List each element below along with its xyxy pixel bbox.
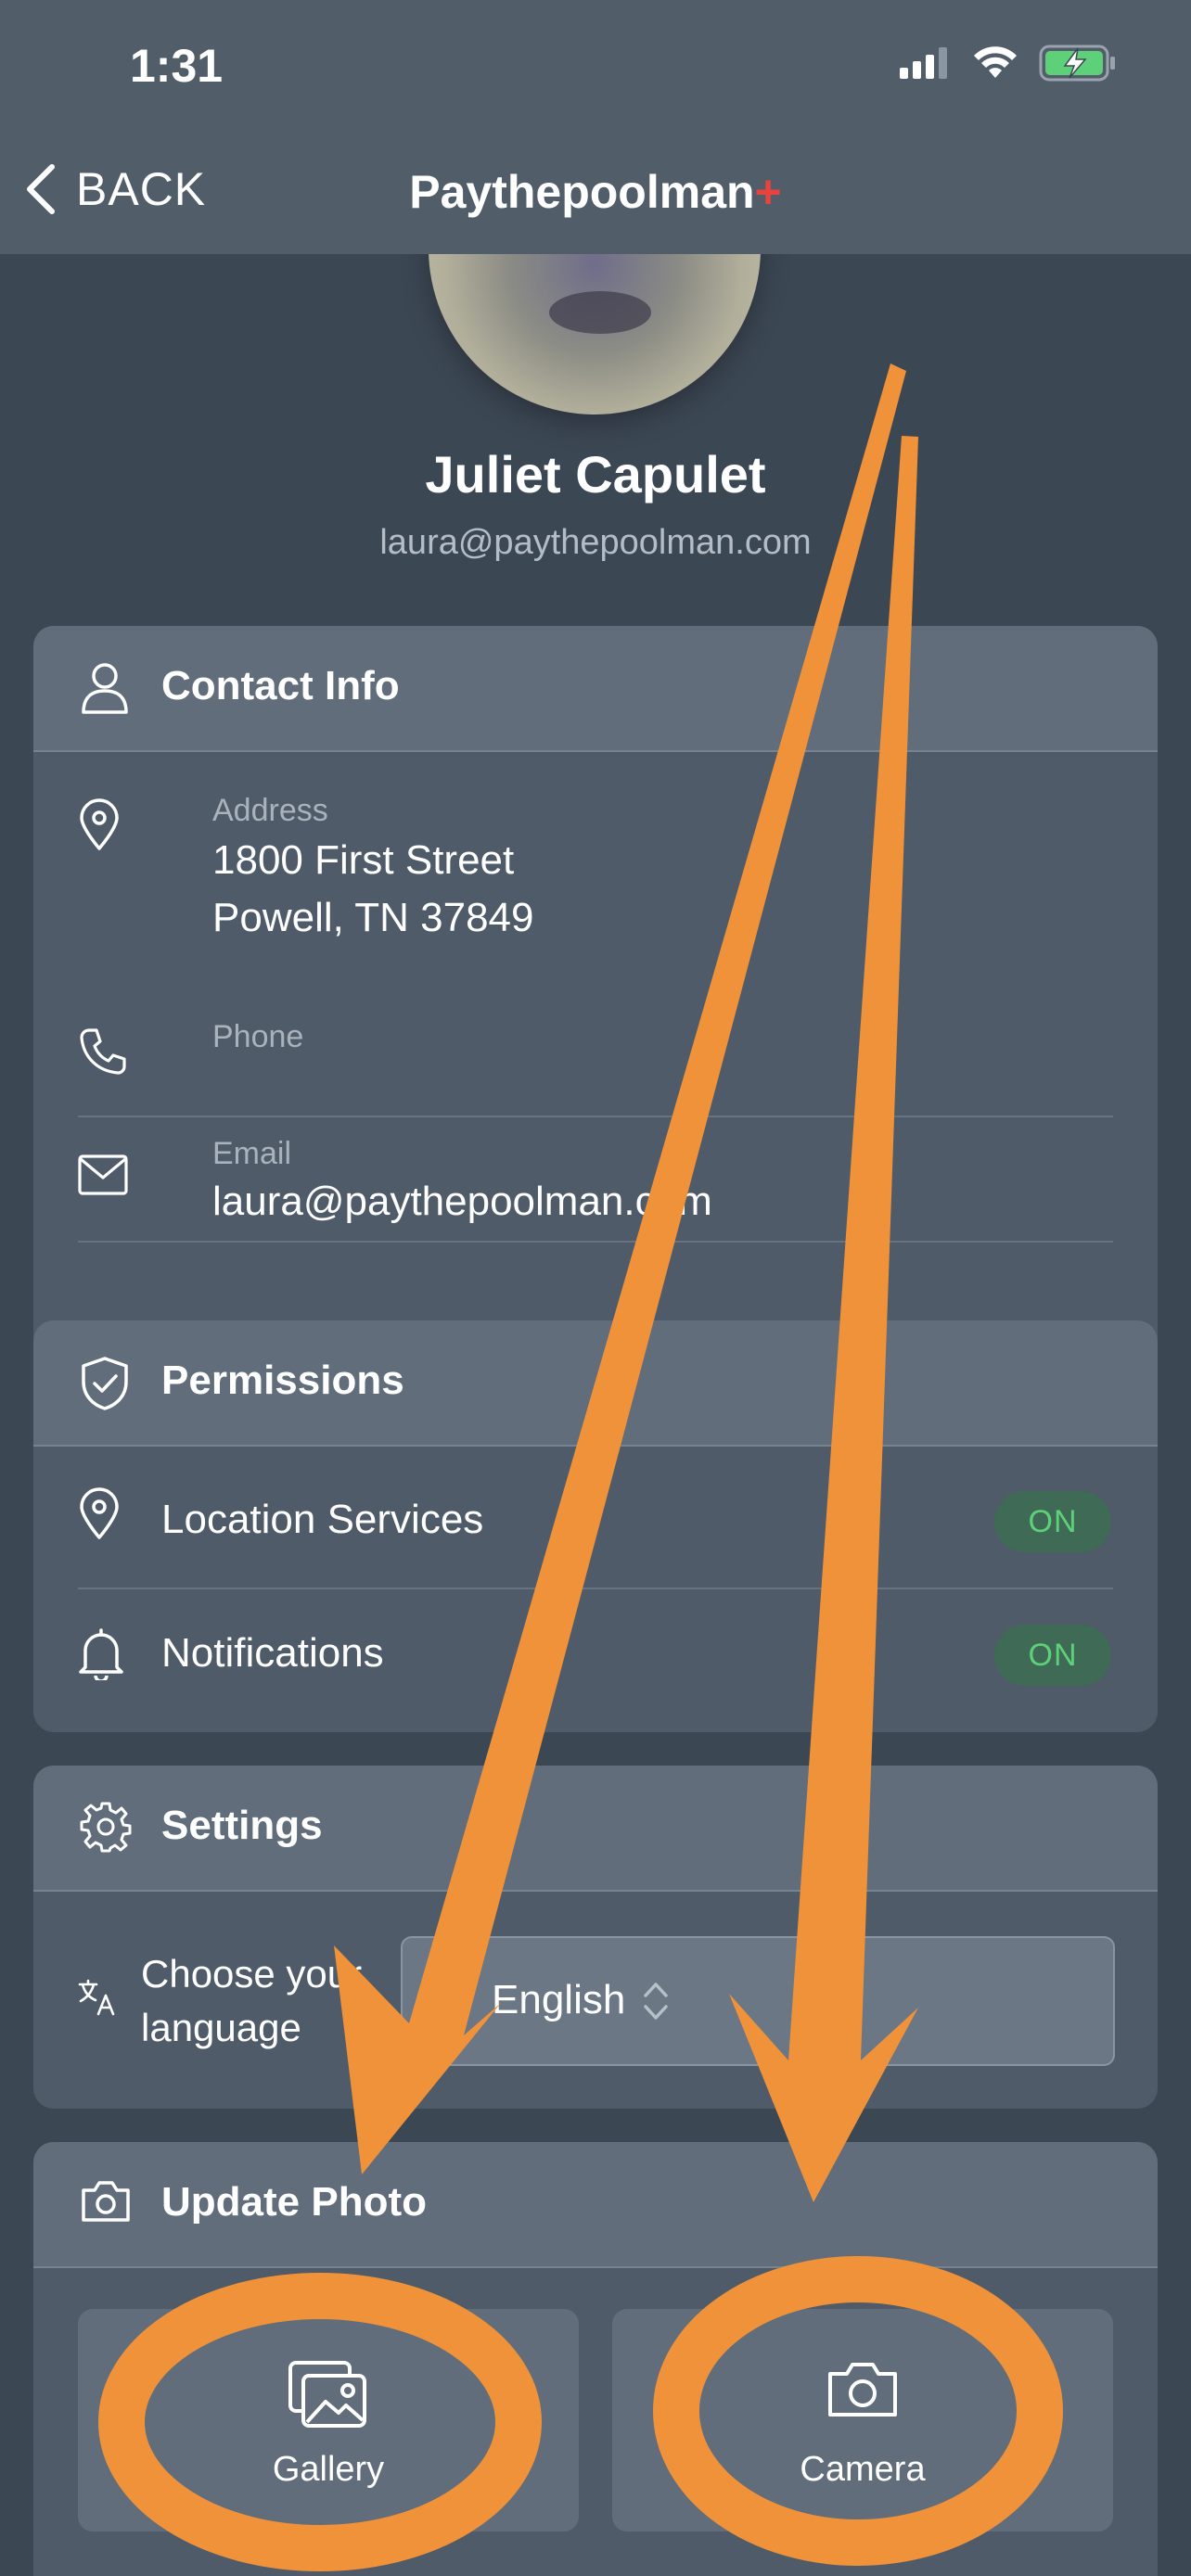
wifi-icon bbox=[974, 46, 1017, 78]
email-value: laura@paythepoolman.com bbox=[212, 1179, 712, 1224]
settings-header: Settings bbox=[33, 1766, 1158, 1892]
address-row: Address 1800 First Street Powell, TN 378… bbox=[78, 776, 1113, 980]
update-photo-title: Update Photo bbox=[161, 2179, 427, 2225]
chevron-up-down-icon bbox=[644, 1983, 668, 2020]
notifications-toggle[interactable]: ON bbox=[994, 1625, 1111, 1686]
profile-content[interactable]: Juliet Capulet laura@paythepoolman.com C… bbox=[0, 254, 1191, 2576]
language-row: Choose your language English bbox=[33, 1890, 1158, 2109]
bell-icon bbox=[79, 1628, 123, 1680]
signal-icon bbox=[900, 47, 947, 79]
notifications-label: Notifications bbox=[161, 1630, 384, 1676]
profile-email: laura@paythepoolman.com bbox=[379, 523, 812, 562]
envelope-icon bbox=[78, 1154, 128, 1195]
permissions-card: Permissions Location Services ON Notific… bbox=[33, 1320, 1158, 1732]
camera-label: Camera bbox=[800, 2450, 926, 2489]
status-bar: 1:31 bbox=[0, 0, 1191, 139]
settings-card: Settings Choose your language English bbox=[33, 1766, 1158, 2109]
navigation-bar: BACK Paythepoolman+ bbox=[0, 139, 1191, 254]
translate-icon bbox=[78, 1979, 115, 2016]
avatar[interactable] bbox=[429, 254, 761, 414]
gallery-icon bbox=[288, 2361, 366, 2428]
camera-icon bbox=[82, 2181, 130, 2222]
location-services-toggle[interactable]: ON bbox=[994, 1491, 1111, 1552]
battery-charging-icon bbox=[1039, 45, 1115, 82]
gallery-label: Gallery bbox=[272, 2450, 385, 2489]
phone-label: Phone bbox=[212, 1019, 304, 1054]
address-label: Address bbox=[212, 793, 328, 828]
camera-icon bbox=[828, 2363, 897, 2417]
location-pin-icon bbox=[80, 798, 119, 850]
status-time: 1:31 bbox=[130, 40, 224, 92]
app-title: Paythepoolman+ bbox=[0, 165, 1191, 219]
update-photo-header: Update Photo bbox=[33, 2142, 1158, 2268]
contact-info-header: Contact Info bbox=[33, 626, 1158, 752]
address-line1: 1800 First Street bbox=[212, 837, 515, 883]
language-select-value: English bbox=[492, 1977, 626, 2022]
language-label: Choose your language bbox=[141, 1952, 363, 2049]
permissions-header: Permissions bbox=[33, 1320, 1158, 1447]
address-line2: Powell, TN 37849 bbox=[212, 895, 534, 940]
camera-button[interactable]: Camera bbox=[612, 2309, 1113, 2531]
status-icons bbox=[900, 45, 1117, 82]
divider bbox=[78, 1588, 1113, 1589]
settings-title: Settings bbox=[161, 1803, 323, 1848]
email-label: Email bbox=[212, 1136, 292, 1171]
gallery-button[interactable]: Gallery bbox=[78, 2309, 579, 2531]
profile-name: Juliet Capulet bbox=[425, 445, 766, 504]
email-row[interactable]: Email laura@paythepoolman.com bbox=[78, 1117, 1113, 1256]
location-services-label: Location Services bbox=[161, 1497, 484, 1542]
contact-info-title: Contact Info bbox=[161, 663, 400, 708]
update-photo-card: Update Photo Gallery Camera bbox=[33, 2142, 1158, 2576]
permissions-title: Permissions bbox=[161, 1358, 404, 1403]
app-title-accent: + bbox=[754, 166, 782, 218]
gear-icon bbox=[80, 1802, 132, 1853]
shield-check-icon bbox=[82, 1357, 128, 1410]
location-pin-icon bbox=[80, 1487, 119, 1539]
language-select[interactable]: English bbox=[401, 1936, 1115, 2066]
user-icon bbox=[82, 663, 128, 714]
phone-icon bbox=[80, 1028, 126, 1075]
phone-row[interactable]: Phone bbox=[78, 999, 1113, 1116]
app-title-text: Paythepoolman bbox=[409, 166, 755, 218]
